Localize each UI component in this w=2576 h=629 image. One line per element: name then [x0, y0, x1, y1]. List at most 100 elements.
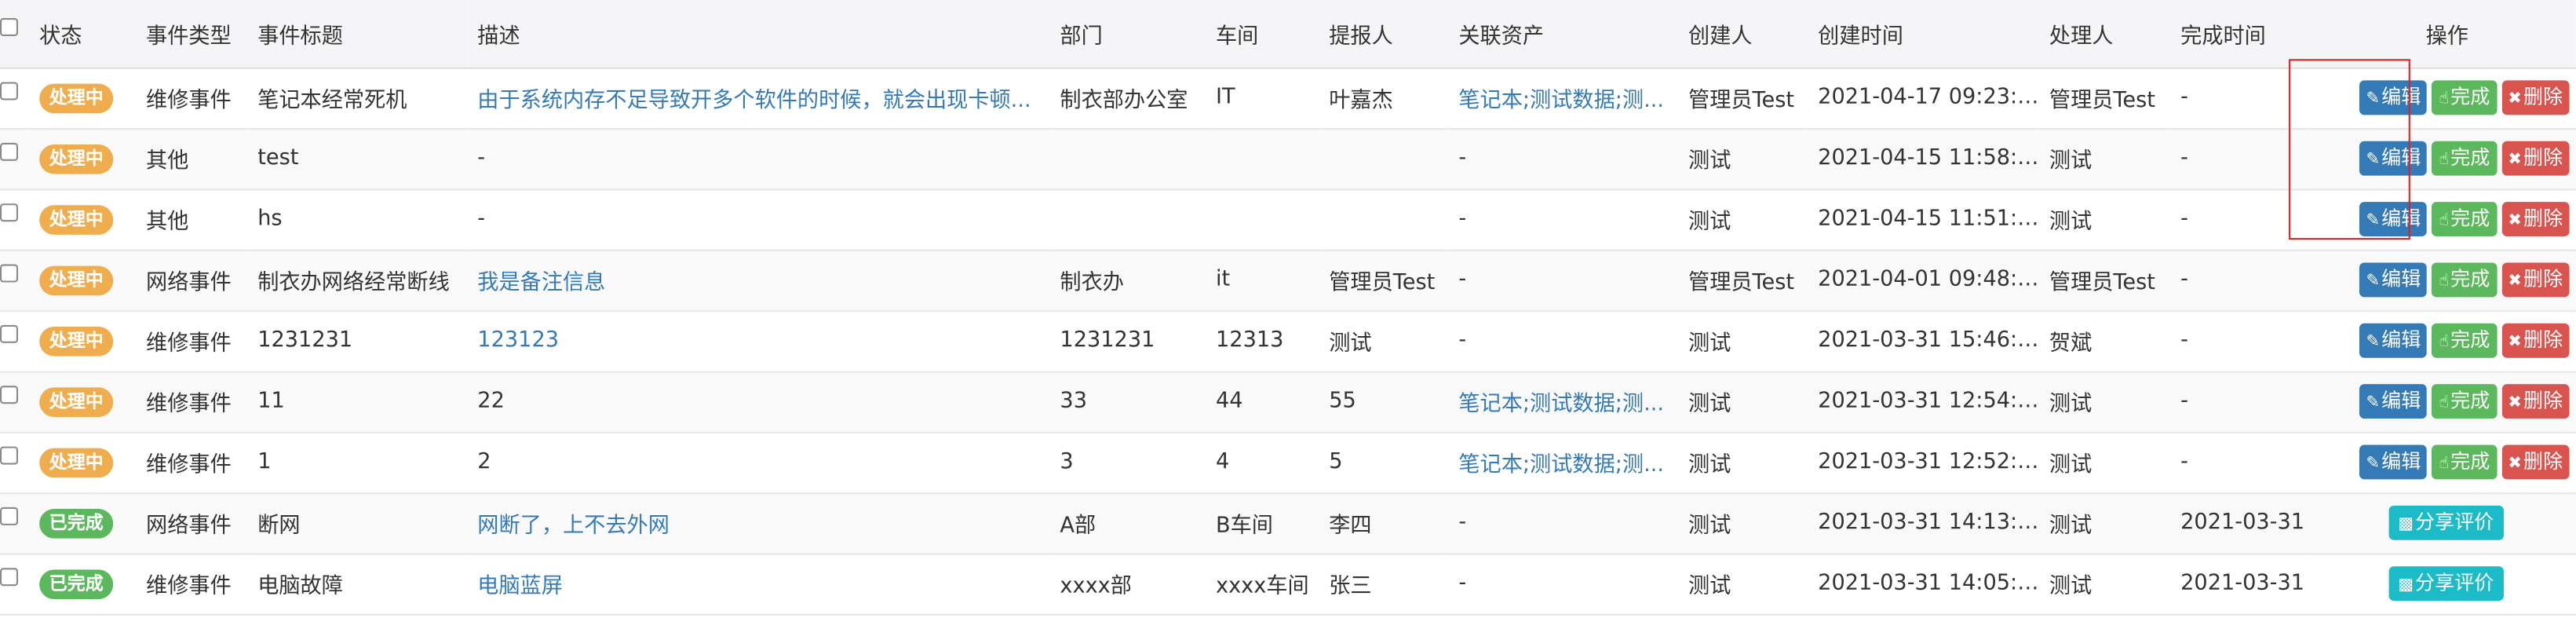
cell-dept: 制衣部办公室: [1060, 88, 1188, 114]
finish-button[interactable]: ☝ 完成: [2432, 323, 2497, 358]
cell-desc[interactable]: 123123: [468, 310, 1050, 371]
header-completed[interactable]: 完成时间: [2170, 0, 2309, 68]
finish-button[interactable]: ☝ 完成: [2432, 141, 2497, 176]
edit-button[interactable]: ✎ 编辑: [2359, 323, 2428, 358]
header-reporter[interactable]: 提报人: [1319, 0, 1449, 68]
cell-type: 其他: [146, 149, 189, 174]
row-checkbox[interactable]: [0, 203, 18, 222]
table-row[interactable]: 处理中 其他 test - - 测试 2021-04-15 11:58:25 测试 - ✎ 编辑 ☝ 完…: [0, 128, 2576, 189]
header-asset[interactable]: 关联资产: [1448, 0, 1679, 68]
edit-button[interactable]: ✎ 编辑: [2359, 384, 2428, 419]
row-checkbox[interactable]: [0, 506, 18, 525]
delete-label: 删除: [2523, 389, 2563, 412]
table-row[interactable]: 处理中 维修事件 11 22 33 44 55 笔记本;测试数据;测... 测试 2021-03-…: [0, 371, 2576, 432]
row-checkbox[interactable]: [0, 82, 18, 101]
row-select-cell: [0, 371, 30, 431]
cell-created: 2021-03-31 14:05:04: [1818, 571, 2040, 596]
cell-completed: -: [2180, 85, 2188, 111]
cell-asset[interactable]: 笔记本;测试数据;测...: [1449, 432, 1679, 492]
finish-button[interactable]: ☝ 完成: [2432, 262, 2497, 298]
table-row[interactable]: 已完成 维修事件 电脑故障 电脑蓝屏 xxxx部 xxxx车间 张三 - 测试 2021-03-3…: [0, 553, 2576, 614]
cell-workshop: 44: [1215, 389, 1243, 414]
row-select-cell: [0, 432, 30, 492]
finish-button[interactable]: ☝ 完成: [2432, 444, 2497, 480]
row-select-cell: [0, 128, 30, 188]
table-row[interactable]: 处理中 维修事件 1 2 3 4 5 笔记本;测试数据;测... 测试 2021-03-31 12…: [0, 432, 2576, 493]
header-desc[interactable]: 描述: [467, 0, 1050, 68]
cell-title: test: [257, 146, 299, 171]
cell-handler: 测试: [2049, 574, 2093, 599]
cell-desc[interactable]: 我是备注信息: [468, 250, 1050, 310]
row-checkbox[interactable]: [0, 324, 18, 343]
cell-type: 网络事件: [146, 270, 232, 296]
cell-desc[interactable]: 网断了，上不去外网: [468, 492, 1050, 553]
row-checkbox[interactable]: [0, 142, 18, 161]
edit-icon: ✎: [2366, 393, 2381, 412]
cell-created: 2021-04-17 09:23:46: [1818, 85, 2040, 111]
edit-label: 编辑: [2381, 85, 2421, 108]
cell-creator: 测试: [1688, 452, 1731, 478]
cell-type: 其他: [146, 210, 189, 235]
edit-label: 编辑: [2381, 389, 2421, 412]
header-actions: 操作: [2308, 0, 2576, 68]
edit-button[interactable]: ✎ 编辑: [2359, 202, 2428, 237]
finish-button[interactable]: ☝ 完成: [2432, 202, 2497, 237]
delete-button[interactable]: ✖ 删除: [2501, 444, 2570, 480]
delete-button[interactable]: ✖ 删除: [2501, 80, 2570, 115]
cell-completed: -: [2180, 207, 2188, 232]
table-row[interactable]: 处理中 维修事件 1231231 123123 1231231 12313 测试 - 测试 202…: [0, 310, 2576, 371]
edit-label: 编辑: [2381, 449, 2421, 474]
header-dept[interactable]: 部门: [1049, 0, 1206, 68]
delete-button[interactable]: ✖ 删除: [2501, 384, 2570, 419]
hand-icon: ☝: [2439, 211, 2450, 230]
cell-created: 2021-03-31 12:52:45: [1818, 449, 2040, 475]
cell-workshop: [1206, 128, 1319, 188]
cell-created: 2021-03-31 14:13:18: [1818, 510, 2040, 536]
cell-workshop: IT: [1215, 85, 1235, 111]
cell-desc[interactable]: 电脑蓝屏: [468, 553, 1050, 613]
edit-button[interactable]: ✎ 编辑: [2359, 444, 2428, 480]
actions-cell: ✎ 编辑 ☝ 完成 ✖ 删除: [2308, 371, 2576, 431]
table-row[interactable]: 处理中 维修事件 笔记本经常死机 由于系统内存不足导致开多个软件的时候，就会出现卡顿.…: [0, 68, 2576, 129]
header-handler[interactable]: 处理人: [2039, 0, 2171, 68]
row-select-cell: [0, 310, 30, 371]
select-all-checkbox[interactable]: [0, 17, 18, 36]
share-review-button[interactable]: ▩ 分享评价: [2388, 505, 2504, 540]
finish-button[interactable]: ☝ 完成: [2432, 384, 2497, 419]
row-checkbox[interactable]: [0, 446, 18, 465]
edit-button[interactable]: ✎ 编辑: [2359, 80, 2428, 115]
status-badge: 处理中: [39, 82, 114, 113]
cell-creator: 测试: [1688, 149, 1731, 174]
table-row[interactable]: 处理中 其他 hs - - 测试 2021-04-15 11:51:55 测试 - ✎ 编辑 ☝ 完成 ✖…: [0, 188, 2576, 250]
cell-created: 2021-04-15 11:51:55: [1818, 207, 2040, 232]
header-status[interactable]: 状态: [29, 0, 137, 68]
cell-desc[interactable]: 由于系统内存不足导致开多个软件的时候，就会出现卡顿...: [468, 68, 1050, 128]
cell-asset[interactable]: 笔记本;测试数据;测...: [1449, 68, 1679, 128]
header-creator[interactable]: 创建人: [1678, 0, 1808, 68]
cell-dept: 1231231: [1060, 328, 1155, 353]
cell-asset: -: [1458, 207, 1467, 232]
finish-button[interactable]: ☝ 完成: [2432, 80, 2497, 115]
row-select-cell: [0, 492, 30, 553]
edit-button[interactable]: ✎ 编辑: [2359, 262, 2428, 298]
header-title[interactable]: 事件标题: [247, 0, 468, 68]
cell-title: 1: [257, 449, 272, 475]
header-type[interactable]: 事件类型: [136, 0, 248, 68]
header-created[interactable]: 创建时间: [1808, 0, 2040, 68]
cell-workshop: xxxx车间: [1215, 574, 1309, 599]
edit-button[interactable]: ✎ 编辑: [2359, 141, 2428, 176]
cell-asset[interactable]: 笔记本;测试数据;测...: [1449, 371, 1679, 431]
delete-button[interactable]: ✖ 删除: [2501, 202, 2570, 237]
row-checkbox[interactable]: [0, 264, 18, 283]
cell-type: 维修事件: [146, 392, 232, 417]
delete-button[interactable]: ✖ 删除: [2501, 262, 2570, 298]
row-checkbox[interactable]: [0, 386, 18, 404]
table-row[interactable]: 处理中 网络事件 制衣办网络经常断线 我是备注信息 制衣办 it 管理员Test - 管理员Te…: [0, 249, 2576, 311]
share-review-button[interactable]: ▩ 分享评价: [2388, 566, 2504, 602]
header-workshop[interactable]: 车间: [1206, 0, 1319, 68]
status-cell: 已完成: [30, 492, 137, 553]
table-row[interactable]: 已完成 网络事件 断网 网断了，上不去外网 A部 B车间 李四 - 测试 2021-03-31 1…: [0, 492, 2576, 554]
delete-button[interactable]: ✖ 删除: [2501, 323, 2570, 358]
row-checkbox[interactable]: [0, 568, 18, 587]
delete-button[interactable]: ✖ 删除: [2501, 141, 2570, 176]
